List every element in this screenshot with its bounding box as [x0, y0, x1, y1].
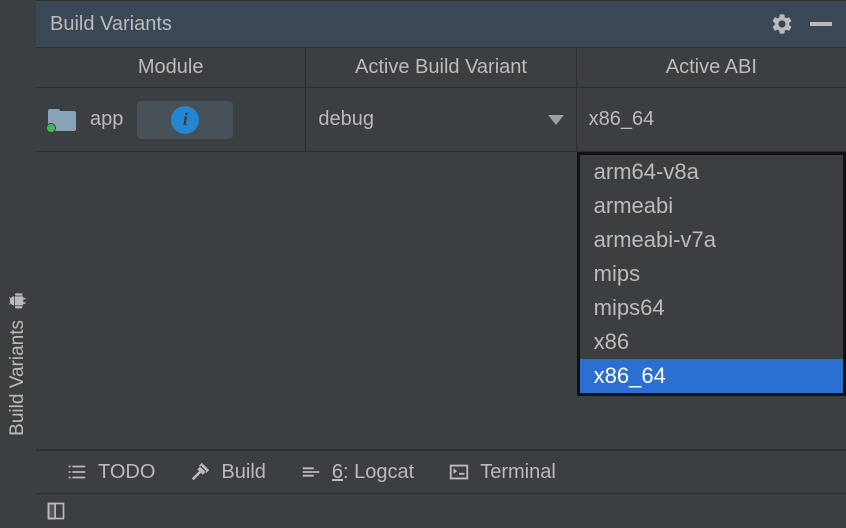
table-row: app i debug x86_64 arm64-v8aarmeabiarmea… [36, 88, 846, 152]
abi-dropdown: arm64-v8aarmeabiarmeabi-v7amipsmips64x86… [577, 152, 846, 396]
gear-icon[interactable] [770, 12, 794, 36]
tool-todo[interactable]: TODO [66, 461, 155, 484]
panel-title: Build Variants [50, 13, 172, 36]
active-abi-value: x86_64 [589, 108, 655, 131]
terminal-icon [448, 461, 470, 483]
abi-option[interactable]: x86 [580, 325, 843, 359]
abi-option[interactable]: x86_64 [580, 359, 843, 393]
module-folder-icon [48, 109, 76, 131]
columns-header: Module Active Build Variant Active ABI [36, 48, 846, 88]
abi-option[interactable]: arm64-v8a [580, 155, 843, 189]
gutter-tab-build-variants[interactable]: Build Variants [3, 280, 33, 448]
tool-label: TODO [98, 461, 155, 484]
gutter-tab-label: Build Variants [7, 320, 29, 436]
status-bar [36, 494, 846, 528]
panel-title-bar: Build Variants [36, 0, 846, 48]
col-header-abi: Active ABI [577, 48, 846, 87]
tool-label: Build [221, 461, 265, 484]
active-abi-cell[interactable]: x86_64 arm64-v8aarmeabiarmeabi-v7amipsmi… [577, 88, 846, 151]
chevron-down-icon [548, 115, 564, 125]
build-variant-value: debug [318, 108, 374, 131]
hide-icon[interactable] [810, 22, 832, 26]
tool-label: 6: Logcat [332, 461, 414, 484]
module-info-chip[interactable]: i [137, 101, 233, 139]
logcat-icon [300, 461, 322, 483]
info-icon: i [171, 106, 199, 134]
hammer-icon [189, 461, 211, 483]
android-icon [9, 292, 27, 310]
tool-logcat[interactable]: 6: Logcat [300, 461, 414, 484]
todo-list-icon [66, 461, 88, 483]
module-name: app [90, 108, 123, 131]
abi-option[interactable]: armeabi [580, 189, 843, 223]
tool-label: Terminal [480, 461, 556, 484]
abi-option[interactable]: armeabi-v7a [580, 223, 843, 257]
col-header-module: Module [36, 48, 306, 87]
tool-build[interactable]: Build [189, 461, 265, 484]
window-layout-icon[interactable] [46, 501, 66, 521]
tool-terminal[interactable]: Terminal [448, 461, 556, 484]
left-gutter: Build Variants [0, 0, 36, 528]
bottom-toolbar: TODO Build 6: Logcat Terminal [36, 450, 846, 494]
panel-actions [770, 12, 832, 36]
abi-option[interactable]: mips [580, 257, 843, 291]
col-header-variant: Active Build Variant [306, 48, 576, 87]
build-variant-cell[interactable]: debug [306, 88, 576, 151]
module-cell[interactable]: app i [36, 88, 306, 151]
main-area: Build Variants Module Active Build Varia… [36, 0, 846, 528]
abi-option[interactable]: mips64 [580, 291, 843, 325]
